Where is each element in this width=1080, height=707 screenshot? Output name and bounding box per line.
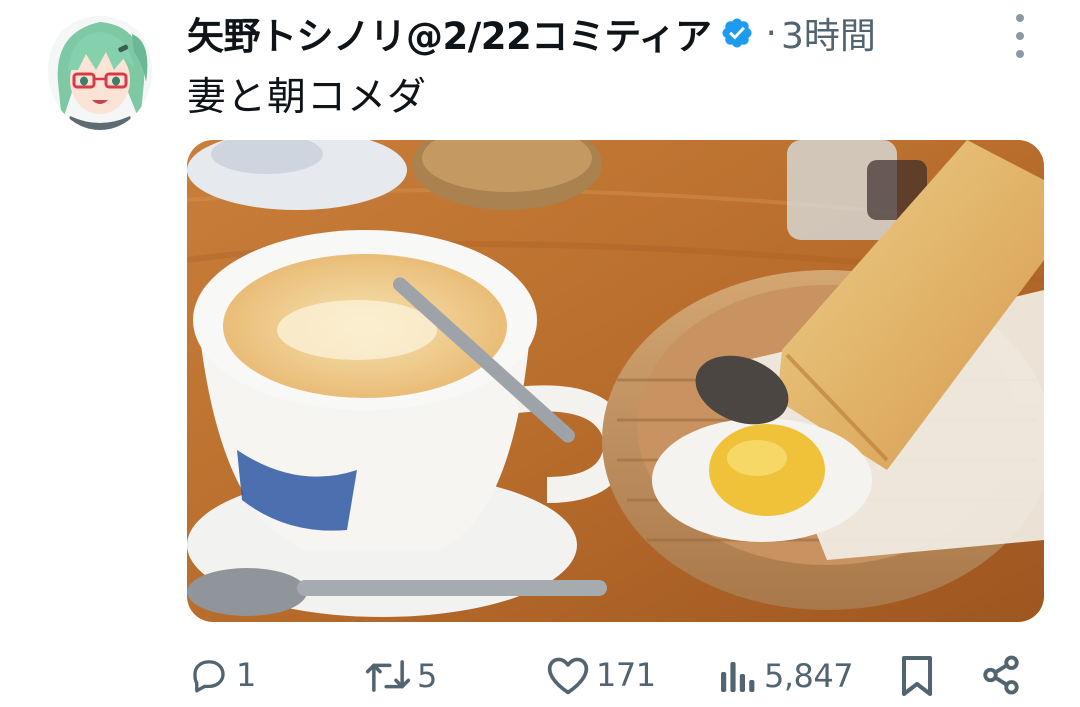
reply-count: 1 bbox=[236, 656, 256, 694]
tweet-action-bar: 1 5 171 5,847 bbox=[0, 650, 1080, 706]
separator-dot: · bbox=[765, 12, 777, 54]
retweet-icon bbox=[365, 660, 411, 692]
reply-button[interactable]: 1 bbox=[188, 654, 256, 696]
analytics-icon bbox=[721, 662, 755, 692]
tweet-header: 矢野トシノリ@2/22コミティア · 3時間 bbox=[187, 6, 987, 60]
tweet-text: 妻と朝コメダ bbox=[187, 75, 428, 120]
bookmark-button[interactable] bbox=[898, 654, 936, 698]
reply-icon bbox=[193, 660, 225, 693]
verified-badge-icon bbox=[722, 18, 752, 48]
like-count: 171 bbox=[596, 656, 656, 694]
author-display-name[interactable]: 矢野トシノリ@2/22コミティア bbox=[187, 6, 712, 60]
photo-coffee-toast-breakfast bbox=[187, 140, 1044, 622]
anime-avatar-icon bbox=[48, 16, 152, 130]
retweet-button[interactable]: 5 bbox=[365, 656, 437, 696]
views-button[interactable]: 5,847 bbox=[718, 656, 854, 696]
like-button[interactable]: 171 bbox=[546, 654, 656, 696]
author-avatar[interactable] bbox=[48, 12, 152, 130]
views-count: 5,847 bbox=[764, 657, 854, 695]
share-button[interactable] bbox=[980, 654, 1022, 696]
share-icon bbox=[983, 655, 1019, 695]
bookmark-icon bbox=[902, 656, 932, 696]
tweet-timestamp[interactable]: 3時間 bbox=[781, 7, 876, 59]
heart-icon bbox=[547, 657, 589, 695]
more-options-icon[interactable] bbox=[1008, 14, 1032, 58]
tweet-photo[interactable] bbox=[187, 140, 1044, 622]
retweet-count: 5 bbox=[417, 657, 437, 695]
